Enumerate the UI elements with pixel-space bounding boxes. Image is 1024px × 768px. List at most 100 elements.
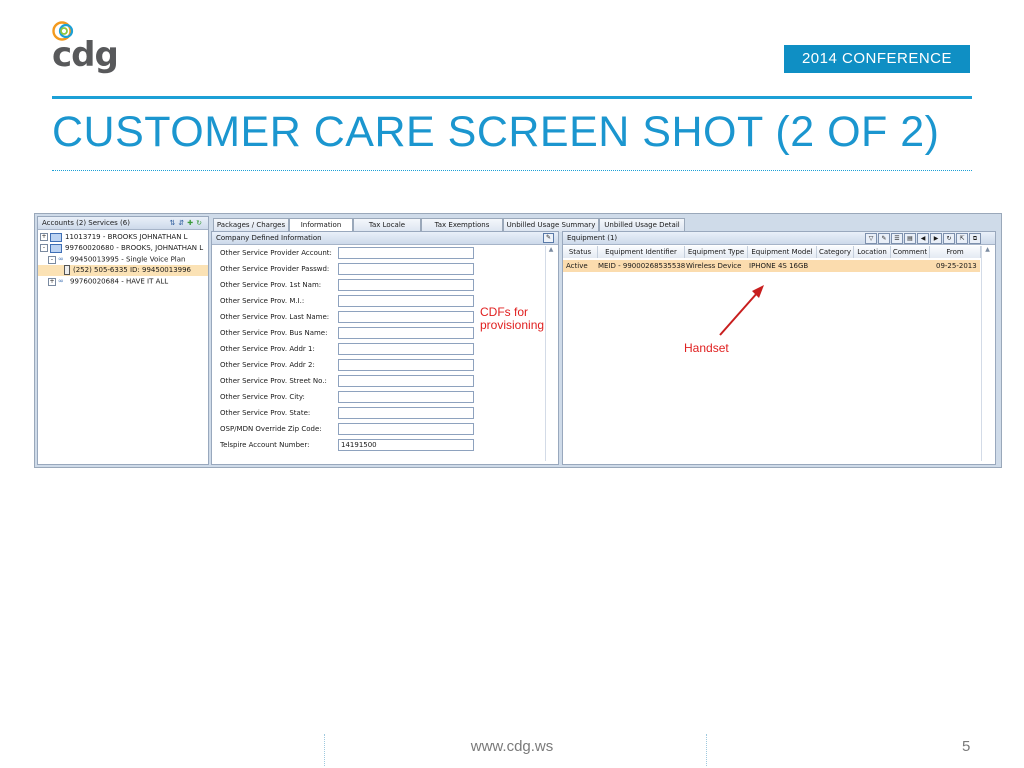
expand-icon[interactable]: + xyxy=(40,233,48,241)
tab-label: Unbilled Usage Summary xyxy=(506,221,596,229)
tab-unbilled-usage-summary[interactable]: Unbilled Usage Summary xyxy=(503,218,599,232)
tree-item-service-99450013995[interactable]: - ∞ 99450013995 - Single Voice Plan xyxy=(48,254,185,265)
cell-status: Active xyxy=(566,262,588,270)
accounts-services-title: Accounts (2) Services (6) xyxy=(42,219,130,227)
slide-title: CUSTOMER CARE SCREEN SHOT (2 OF 2) xyxy=(52,108,940,156)
forward-icon[interactable]: ▶ xyxy=(930,233,942,244)
list-icon[interactable]: ☰ xyxy=(891,233,903,244)
cdf-annotation: CDFs for provisioning xyxy=(480,306,560,332)
other-service-prov-city-input[interactable] xyxy=(338,391,474,403)
field-label: Other Service Prov. Addr 1: xyxy=(220,345,315,353)
other-service-prov-addr2-input[interactable] xyxy=(338,359,474,371)
expand-icon[interactable]: + xyxy=(48,277,56,286)
column-header-comment[interactable]: Comment xyxy=(891,246,930,258)
customer-care-window: Accounts (2) Services (6) ⇅⇵✚↻ +11013719… xyxy=(34,213,1002,468)
tab-label: Information xyxy=(300,221,342,229)
tree-item-label: (252) 505-6335 ID: 99450013996 xyxy=(73,266,192,274)
back-icon[interactable]: ◀ xyxy=(917,233,929,244)
tree-item-label: 99760020680 - BROOKS, JOHNATHAN L xyxy=(65,244,204,252)
tab-packages-charges[interactable]: Packages / Charges xyxy=(213,218,289,232)
other-service-prov-addr1-input[interactable] xyxy=(338,343,474,355)
refresh-icon[interactable]: ↻ xyxy=(943,233,955,244)
book-icon xyxy=(50,232,62,242)
scroll-up-icon[interactable]: ▲ xyxy=(546,246,556,253)
telspire-account-number-input[interactable]: 14191500 xyxy=(338,439,474,451)
collapse-icon[interactable]: - xyxy=(48,255,56,264)
cell-equipment-identifier: MEID - 99000268535538 xyxy=(598,262,686,270)
accounts-services-header: Accounts (2) Services (6) ⇅⇵✚↻ xyxy=(38,217,208,230)
osp-mdn-override-zip-input[interactable] xyxy=(338,423,474,435)
edit-icon[interactable]: ✎ xyxy=(878,233,890,244)
tab-label: Tax Exemptions xyxy=(434,221,490,229)
field-label: Other Service Prov. Last Name: xyxy=(220,313,330,321)
cell-location xyxy=(852,260,855,272)
field-label: Other Service Prov. State: xyxy=(220,409,311,417)
refresh-icon[interactable]: ↻ xyxy=(196,219,205,227)
cell-category xyxy=(815,260,818,272)
cdf-annotation-line2: provisioning xyxy=(480,318,545,332)
column-header-status[interactable]: Status xyxy=(563,246,598,258)
view-icon[interactable]: ▤ xyxy=(904,233,916,244)
other-service-prov-mi-input[interactable] xyxy=(338,295,474,307)
handset-annotation: Handset xyxy=(684,341,729,355)
add-service-icon[interactable]: ✚ xyxy=(187,219,196,227)
cell-from: 09-25-2013 xyxy=(936,262,977,270)
other-service-prov-state-input[interactable] xyxy=(338,407,474,419)
column-header-equipment-model[interactable]: Equipment Model xyxy=(748,246,817,258)
company-defined-information-header: Company Defined Information ✎ xyxy=(212,232,558,245)
vertical-scrollbar[interactable]: ▲ xyxy=(545,246,556,461)
conference-badge: 2014 CONFERENCE xyxy=(784,45,970,73)
tree-toolbar: ⇅⇵✚↻ xyxy=(170,217,206,229)
export-icon[interactable]: ⇱ xyxy=(956,233,968,244)
phone-icon xyxy=(64,265,70,275)
tree-item-account-99760020680[interactable]: - 99760020680 - BROOKS, JOHNATHAN L xyxy=(40,243,203,254)
equipment-panel: Equipment (1) ▽ ✎ ☰ ▤ ◀ ▶ ↻ ⇱ ⧉ Status E… xyxy=(562,231,996,465)
title-dotted-rule xyxy=(52,170,972,171)
column-header-location[interactable]: Location xyxy=(854,246,891,258)
book-icon xyxy=(50,243,62,253)
field-label: Other Service Prov. M.I.: xyxy=(220,297,305,305)
field-label: OSP/MDN Override Zip Code: xyxy=(220,425,322,433)
panel-title: Company Defined Information xyxy=(216,234,322,242)
tree-item-label: 99760020684 - HAVE IT ALL xyxy=(70,277,169,286)
filter-icon[interactable]: ▽ xyxy=(865,233,877,244)
other-service-provider-passwd-input[interactable] xyxy=(338,263,474,275)
other-service-prov-last-name-input[interactable] xyxy=(338,311,474,323)
tab-tax-exemptions[interactable]: Tax Exemptions xyxy=(421,218,503,232)
edit-icon[interactable]: ✎ xyxy=(543,233,554,243)
accounts-services-panel: Accounts (2) Services (6) ⇅⇵✚↻ +11013719… xyxy=(37,216,209,465)
tab-tax-locale[interactable]: Tax Locale xyxy=(353,218,421,232)
field-label: Other Service Prov. Bus Name: xyxy=(220,329,328,337)
vertical-scrollbar[interactable]: ▲ xyxy=(981,246,993,461)
other-service-provider-account-input[interactable] xyxy=(338,247,474,259)
field-label: Other Service Provider Account: xyxy=(220,249,332,257)
other-service-prov-first-name-input[interactable] xyxy=(338,279,474,291)
title-rule xyxy=(52,96,972,99)
tree-item-phone-2525056335[interactable]: (252) 505-6335 ID: 99450013996 xyxy=(38,265,208,276)
link-icon: ∞ xyxy=(58,277,64,285)
column-header-equipment-type[interactable]: Equipment Type xyxy=(685,246,748,258)
other-service-prov-street-no-input[interactable] xyxy=(338,375,474,387)
field-label: Other Service Prov. City: xyxy=(220,393,305,401)
cell-equipment-type: Wireless Device xyxy=(686,262,742,270)
scroll-up-icon[interactable]: ▲ xyxy=(982,246,993,253)
field-label: Other Service Provider Passwd: xyxy=(220,265,330,273)
handset-arrow-icon xyxy=(719,285,764,336)
tree-item-service-99760020684[interactable]: + ∞ 99760020684 - HAVE IT ALL xyxy=(48,276,168,287)
column-header-category[interactable]: Category xyxy=(817,246,854,258)
cell-equipment-model: IPHONE 4S 16GB xyxy=(749,262,809,270)
cell-comment xyxy=(889,260,892,272)
other-service-prov-bus-name-input[interactable] xyxy=(338,327,474,339)
column-header-equipment-identifier[interactable]: Equipment Identifier xyxy=(598,246,685,258)
collapse-icon[interactable]: - xyxy=(40,244,48,252)
tree-item-label: 99450013995 - Single Voice Plan xyxy=(70,255,186,264)
panel-title: Equipment (1) xyxy=(567,234,618,242)
column-header-from[interactable]: From xyxy=(930,246,981,258)
field-label: Telspire Account Number: xyxy=(220,441,310,449)
popout-icon[interactable]: ⧉ xyxy=(969,233,981,244)
link-icon: ∞ xyxy=(58,255,64,263)
sort-alpha-icon[interactable]: ⇵ xyxy=(178,219,187,227)
tree-item-account-11013719[interactable]: +11013719 - BROOKS JOHNATHAN L xyxy=(40,232,188,243)
tab-unbilled-usage-detail[interactable]: Unbilled Usage Detail xyxy=(599,218,685,232)
field-label: Other Service Prov. Addr 2: xyxy=(220,361,315,369)
